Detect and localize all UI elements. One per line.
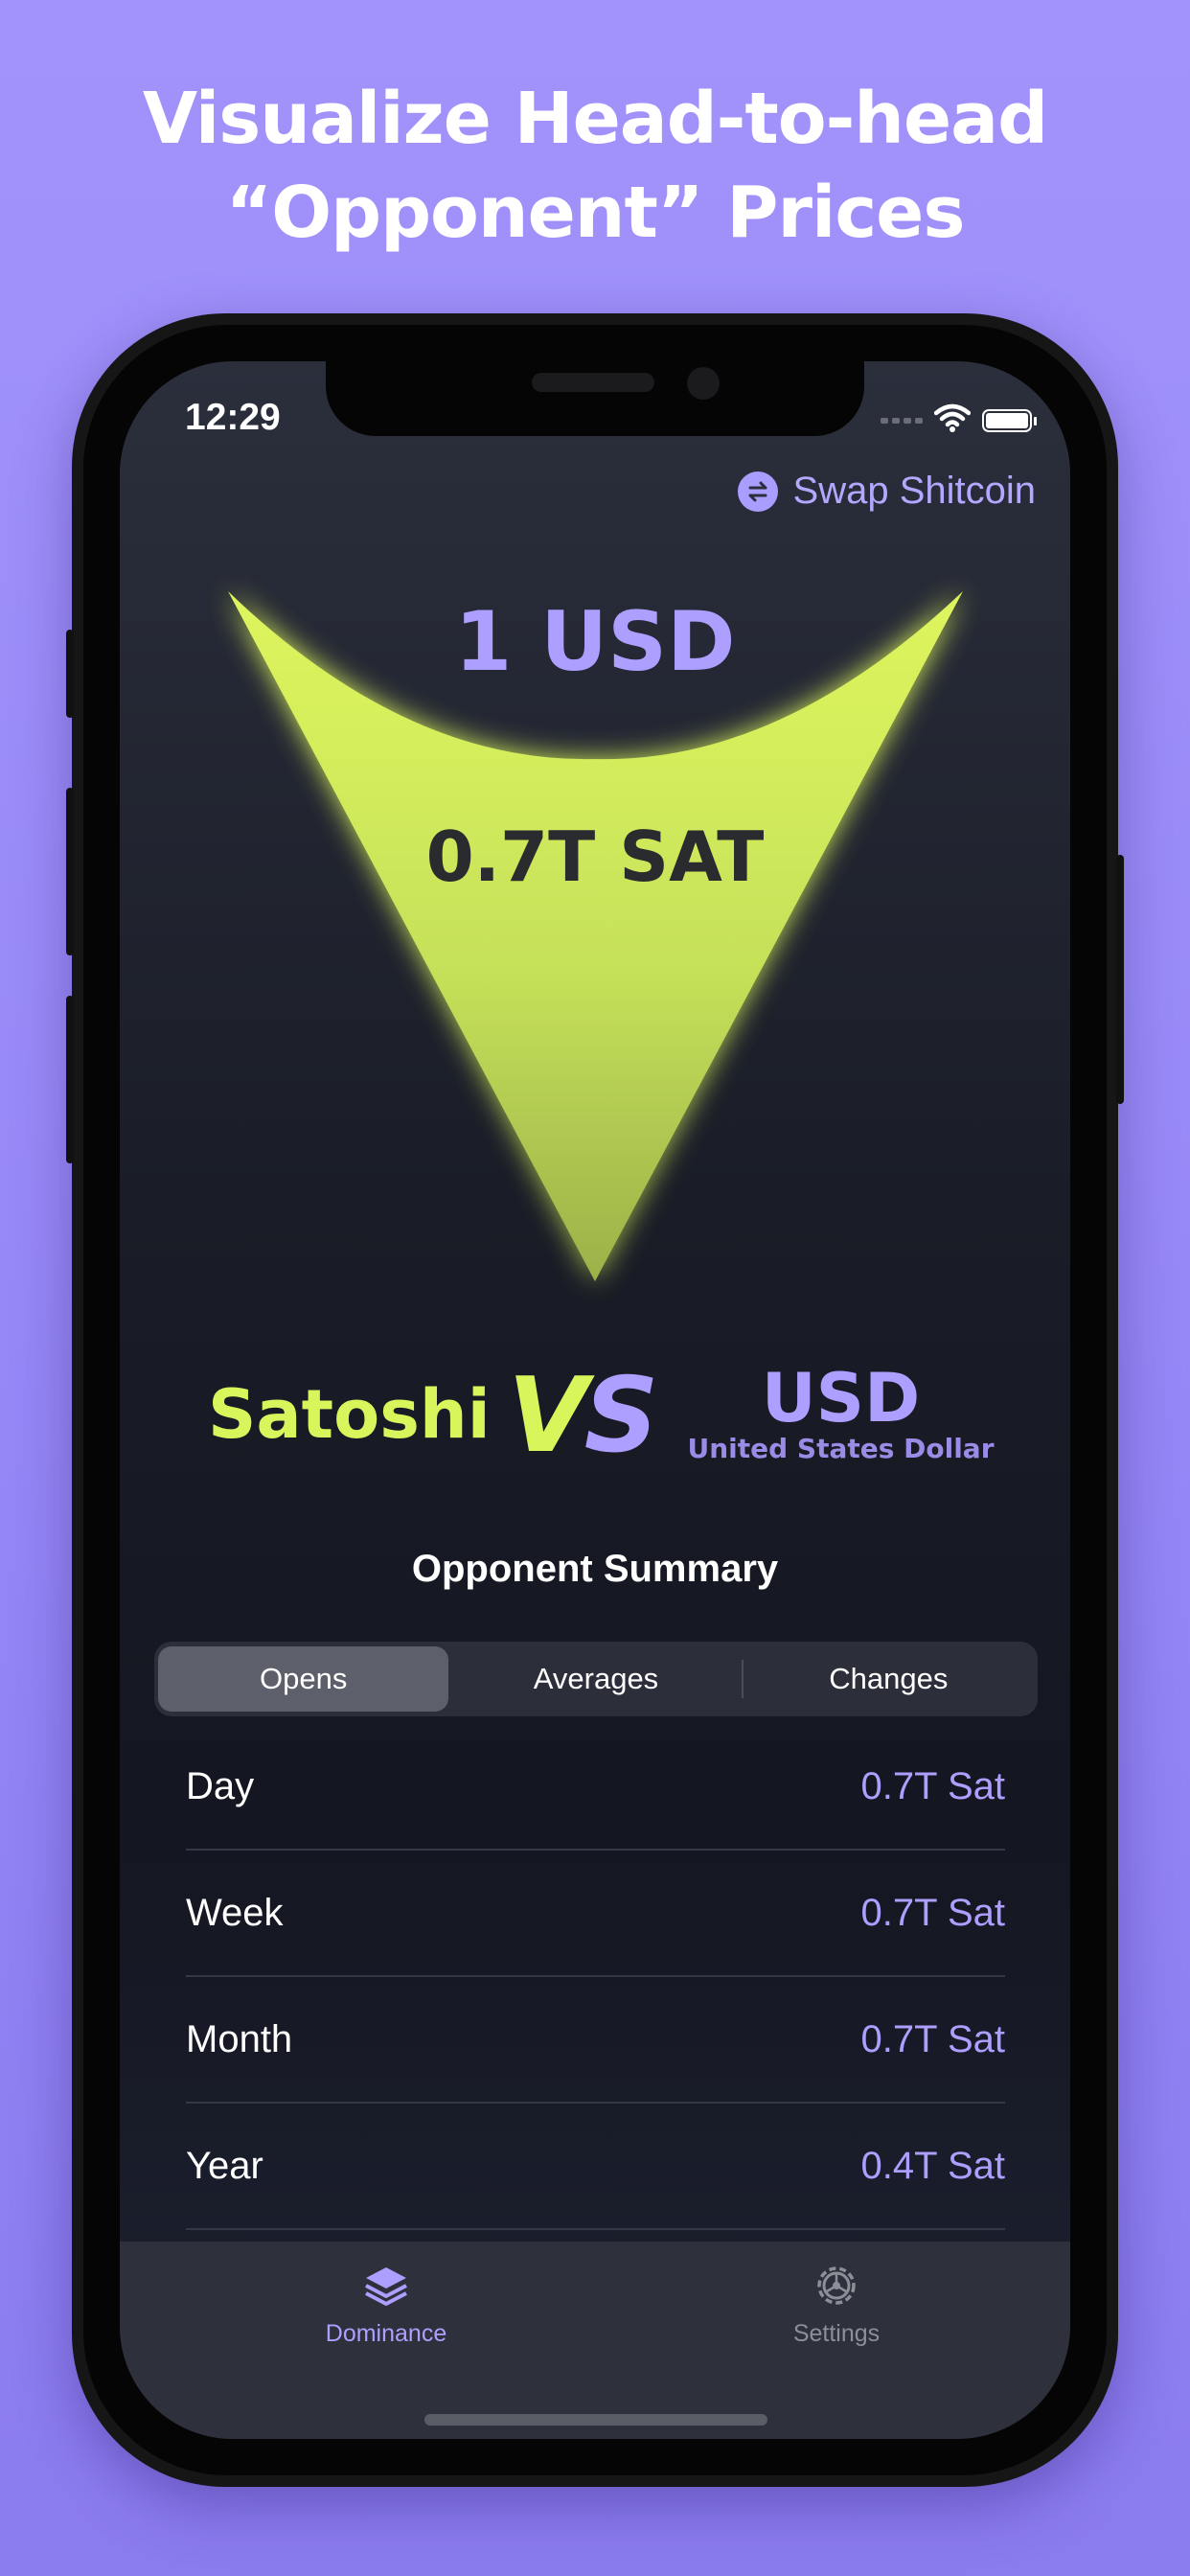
cellular-signal-icon xyxy=(881,417,923,424)
app-screen: 12:29 Swap Shitcoin 1 USD 0.7T SAT Satos… xyxy=(120,361,1070,2439)
tab-settings-label: Settings xyxy=(792,2320,881,2347)
left-opponent-name: Satoshi xyxy=(208,1375,491,1454)
swap-arrows-icon xyxy=(737,471,778,512)
row-label: Week xyxy=(186,1891,284,1934)
status-indicators xyxy=(881,403,1037,437)
versus-s: S xyxy=(584,1356,659,1476)
wifi-icon xyxy=(933,403,972,437)
volume-down-button xyxy=(66,996,74,1163)
summary-row-month: Month 0.7T Sat xyxy=(186,1977,1005,2104)
home-indicator[interactable] xyxy=(424,2414,767,2426)
converted-amount: 0.7T SAT xyxy=(425,816,765,897)
row-value: 0.7T Sat xyxy=(860,1764,1005,1807)
tab-settings[interactable]: Settings xyxy=(721,2259,951,2348)
row-label: Month xyxy=(186,2017,293,2060)
phone-frame: 12:29 Swap Shitcoin 1 USD 0.7T SAT Satos… xyxy=(66,313,1124,2487)
row-label: Day xyxy=(186,1764,255,1807)
summary-row-week: Week 0.7T Sat xyxy=(186,1851,1005,1977)
base-amount: 1 USD xyxy=(454,594,736,690)
row-label: Year xyxy=(186,2144,263,2187)
headline-line-1: Visualize Head-to-head xyxy=(142,78,1048,160)
right-opponent-full-name: United States Dollar xyxy=(687,1433,995,1464)
summary-title: Opponent Summary xyxy=(411,1548,779,1590)
summary-segmented-control: Opens Averages Changes xyxy=(154,1642,1038,1716)
battery-icon xyxy=(982,408,1037,432)
segment-opens[interactable]: Opens xyxy=(158,1646,449,1712)
gear-icon xyxy=(721,2259,951,2312)
segment-changes[interactable]: Changes xyxy=(744,1646,1034,1712)
earpiece-speaker xyxy=(532,373,654,392)
right-opponent: USD United States Dollar xyxy=(680,1364,1001,1465)
row-value: 0.4T Sat xyxy=(860,2144,1005,2187)
swap-shitcoin-button[interactable]: Swap Shitcoin xyxy=(737,470,1036,513)
marketing-headline: Visualize Head-to-head “Opponent” Prices xyxy=(0,72,1190,260)
row-value: 0.7T Sat xyxy=(860,1891,1005,1934)
summary-row-year: Year 0.4T Sat xyxy=(186,2104,1005,2230)
summary-list: Day 0.7T Sat Week 0.7T Sat Month 0.7T Sa… xyxy=(186,1724,1005,2230)
layers-icon xyxy=(271,2259,501,2312)
segment-averages[interactable]: Averages xyxy=(450,1646,741,1712)
tab-dominance[interactable]: Dominance xyxy=(271,2259,501,2348)
status-time: 12:29 xyxy=(185,397,281,438)
power-button xyxy=(1116,855,1124,1104)
front-camera xyxy=(687,367,720,400)
swap-shitcoin-label: Swap Shitcoin xyxy=(792,470,1036,512)
tab-dominance-label: Dominance xyxy=(325,2320,447,2347)
tab-bar: Dominance Settings xyxy=(120,2242,1070,2439)
versus-v: V xyxy=(508,1356,588,1476)
summary-row-day: Day 0.7T Sat xyxy=(186,1724,1005,1851)
mute-switch xyxy=(66,630,74,718)
headline-line-2: “Opponent” Prices xyxy=(225,172,966,254)
versus-label: VS xyxy=(508,1356,659,1476)
right-opponent-code: USD xyxy=(761,1359,921,1438)
volume-up-button xyxy=(66,788,74,955)
row-value: 0.7T Sat xyxy=(860,2017,1005,2060)
